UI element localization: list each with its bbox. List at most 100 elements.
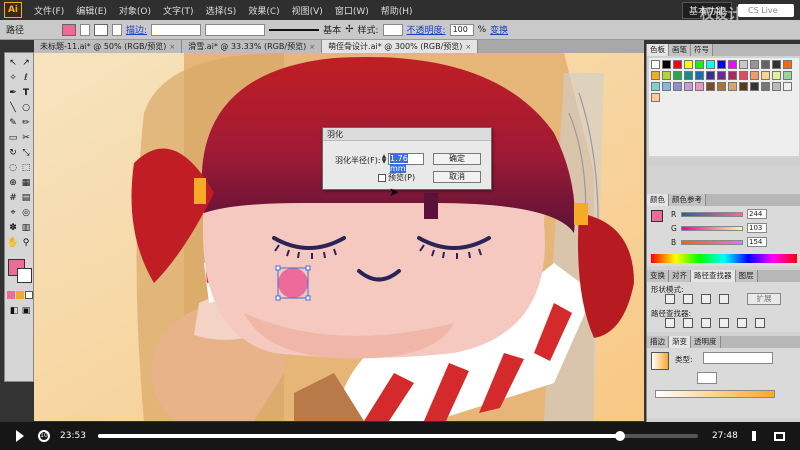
- fullscreen-icon[interactable]: [773, 431, 785, 441]
- search-input[interactable]: CS Live: [738, 3, 794, 17]
- swatch-cell[interactable]: [772, 60, 781, 69]
- expand-button[interactable]: 扩展: [747, 293, 781, 305]
- menu-type[interactable]: 文字(T): [157, 4, 200, 17]
- swatch-cell[interactable]: [750, 71, 759, 80]
- swatch-cell[interactable]: [717, 82, 726, 91]
- tab-symbols[interactable]: 符号: [691, 44, 713, 56]
- gradient-slider[interactable]: [655, 390, 775, 398]
- stroke-swatch[interactable]: [94, 23, 109, 36]
- merge-icon[interactable]: [701, 318, 711, 328]
- stroke-link[interactable]: 描边:: [126, 23, 147, 36]
- intersect-icon[interactable]: [701, 294, 711, 304]
- mesh-tool-icon[interactable]: #: [7, 192, 19, 204]
- minus-back-icon[interactable]: [755, 318, 765, 328]
- menu-object[interactable]: 对象(O): [113, 4, 157, 17]
- r-value[interactable]: 244: [747, 209, 767, 219]
- gradient-thumb[interactable]: [651, 352, 669, 370]
- selection-handle[interactable]: [275, 295, 281, 301]
- swatch-cell[interactable]: [673, 71, 682, 80]
- exclude-icon[interactable]: [719, 294, 729, 304]
- warp-tool-icon[interactable]: ◌: [7, 162, 19, 174]
- swatch-cell[interactable]: [783, 82, 792, 91]
- perspective-grid-icon[interactable]: ▦: [20, 177, 32, 189]
- fill-swatch[interactable]: [62, 23, 77, 36]
- swatch-cell[interactable]: [717, 71, 726, 80]
- swatch-cell[interactable]: [684, 60, 693, 69]
- menu-effect[interactable]: 效果(C): [242, 4, 285, 17]
- selection-handle[interactable]: [305, 265, 311, 271]
- swatch-cell[interactable]: [728, 82, 737, 91]
- pen-tool-icon[interactable]: ✒: [7, 87, 19, 99]
- swatch-cell[interactable]: [739, 60, 748, 69]
- feather-radius-input[interactable]: 1.76 mm: [388, 153, 424, 173]
- swatch-cell[interactable]: [651, 71, 660, 80]
- screen-mode-icon[interactable]: ▣: [20, 305, 32, 317]
- tab-align[interactable]: 对齐: [669, 270, 691, 282]
- g-slider[interactable]: [681, 226, 743, 231]
- rotate-tool-icon[interactable]: ↻: [7, 147, 19, 159]
- swatch-cell[interactable]: [783, 60, 792, 69]
- outline-icon[interactable]: [737, 318, 747, 328]
- pencil-icon[interactable]: ✏: [20, 117, 32, 129]
- gradient-type-dropdown[interactable]: [703, 352, 773, 364]
- opacity-field[interactable]: 100: [449, 23, 474, 36]
- swatch-cell[interactable]: [651, 82, 660, 91]
- swatch-cell[interactable]: [673, 82, 682, 91]
- preview-checkbox-row[interactable]: 预览(P): [378, 172, 415, 183]
- doc-tab-3[interactable]: 萌侄骨设计.ai* @ 300% (RGB/预览) ×: [322, 40, 479, 53]
- left-cheek[interactable]: [278, 268, 308, 298]
- opacity-link[interactable]: 不透明度:: [407, 23, 446, 36]
- magic-wand-icon[interactable]: ✧: [7, 72, 19, 84]
- swatch-cell[interactable]: [739, 82, 748, 91]
- stroke-color-swatch[interactable]: [17, 268, 32, 283]
- lasso-icon[interactable]: ℓ: [20, 72, 32, 84]
- swatch-cell[interactable]: [739, 71, 748, 80]
- tab-stroke[interactable]: 描边: [647, 336, 669, 348]
- eraser-icon[interactable]: ▭: [7, 132, 19, 144]
- swatch-cell[interactable]: [728, 60, 737, 69]
- play-icon[interactable]: [16, 430, 24, 442]
- swatch-cell[interactable]: [706, 82, 715, 91]
- swatch-cell[interactable]: [706, 60, 715, 69]
- swatch-cell[interactable]: [750, 82, 759, 91]
- stroke-dropdown[interactable]: [112, 23, 123, 36]
- none-mode-icon[interactable]: [25, 291, 33, 299]
- swatch-cell[interactable]: [662, 82, 671, 91]
- paintbrush-icon[interactable]: ✎: [7, 117, 19, 129]
- zoom-tool-icon[interactable]: ⚲: [20, 237, 32, 249]
- color-fill-swatch[interactable]: [651, 210, 663, 222]
- symbol-sprayer-icon[interactable]: ✽: [7, 222, 19, 234]
- r-slider[interactable]: [681, 212, 743, 217]
- swatch-cell[interactable]: [761, 82, 770, 91]
- gradient-angle-field[interactable]: [697, 372, 717, 384]
- free-transform-icon[interactable]: ⬚: [20, 162, 32, 174]
- divide-icon[interactable]: [665, 318, 675, 328]
- close-icon[interactable]: ×: [309, 43, 315, 51]
- swatch-cell[interactable]: [706, 71, 715, 80]
- swatch-cell[interactable]: [695, 60, 704, 69]
- ok-button[interactable]: 确定: [433, 153, 481, 165]
- swatch-cell[interactable]: [673, 60, 682, 69]
- menu-edit[interactable]: 编辑(E): [70, 4, 113, 17]
- swatch-cell[interactable]: [772, 82, 781, 91]
- brush-icon[interactable]: ✢: [345, 24, 353, 35]
- color-spectrum[interactable]: [651, 254, 797, 263]
- artboard[interactable]: [34, 53, 644, 421]
- stroke-style-label[interactable]: 基本: [323, 23, 341, 36]
- tab-pathfinder[interactable]: 路径查找器: [691, 270, 736, 282]
- selection-handle[interactable]: [275, 265, 281, 271]
- swatch-cell[interactable]: [662, 60, 671, 69]
- menu-file[interactable]: 文件(F): [28, 4, 70, 17]
- tab-gradient[interactable]: 渐变: [669, 336, 691, 348]
- g-value[interactable]: 103: [747, 223, 767, 233]
- tab-transform[interactable]: 变换: [647, 270, 669, 282]
- tab-brushes[interactable]: 画笔: [669, 44, 691, 56]
- close-icon[interactable]: ×: [465, 43, 471, 51]
- menu-window[interactable]: 窗口(W): [329, 4, 375, 17]
- swatch-cell[interactable]: [684, 82, 693, 91]
- doc-tab-2[interactable]: 滑雪.ai* @ 33.33% (RGB/预览) ×: [182, 40, 323, 53]
- minus-front-icon[interactable]: [683, 294, 693, 304]
- scissors-icon[interactable]: ✂: [20, 132, 32, 144]
- unite-icon[interactable]: [665, 294, 675, 304]
- selection-tool-icon[interactable]: ↖: [7, 57, 19, 69]
